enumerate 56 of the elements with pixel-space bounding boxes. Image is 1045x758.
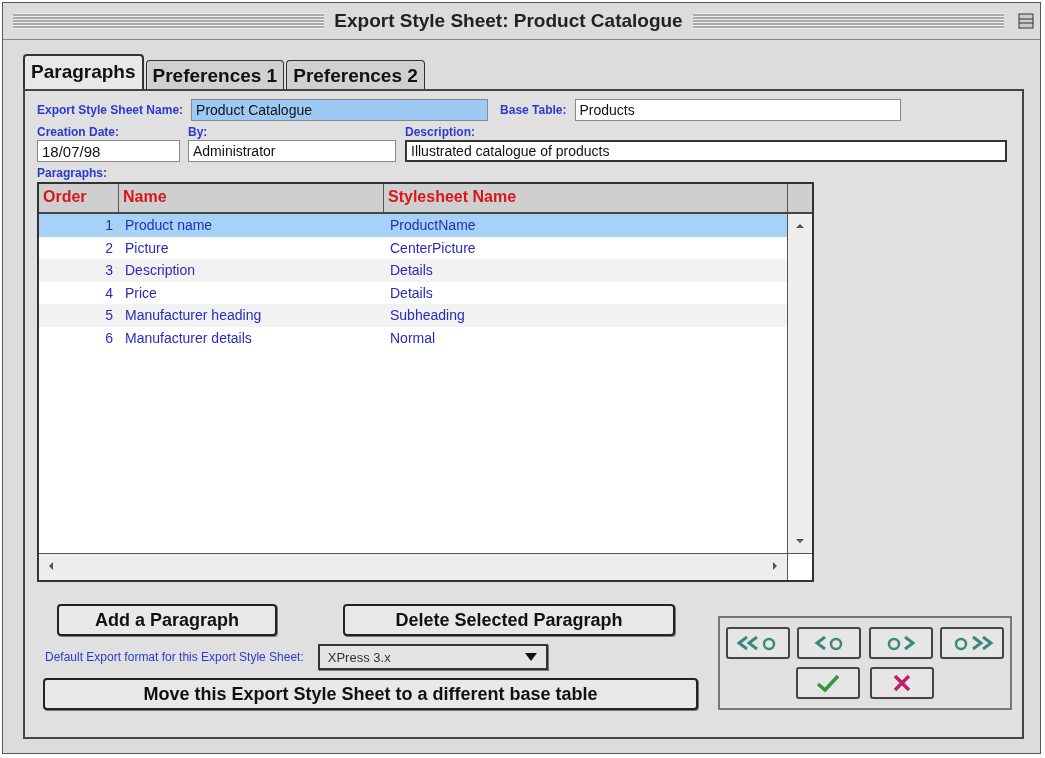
table-row[interactable]: 2 Picture CenterPicture	[39, 236, 787, 259]
collapse-box-icon[interactable]	[1018, 13, 1034, 29]
format-label: Default Export format for this Export Style Sheet:	[45, 650, 304, 664]
table-row[interactable]: 5 Manufacturer heading Subheading	[39, 304, 787, 327]
table-cell-text: 4	[104, 284, 114, 301]
table-cell-text: ProductName	[389, 217, 477, 234]
dropdown-arrow-icon	[523, 652, 538, 662]
first-record-button[interactable]	[726, 627, 790, 659]
table-cell-text: Manufacturer heading	[124, 307, 263, 324]
move-base-table-button[interactable]: Move this Export Style Sheet to a different base table	[43, 678, 698, 710]
table-cell-text: Description	[124, 262, 197, 279]
table-row[interactable]: 3 Description Details	[39, 259, 787, 282]
close-icon	[891, 673, 913, 693]
table-cell-text: CenterPicture	[389, 239, 477, 256]
window-title: Export Style Sheet: Product Catalogue	[334, 10, 683, 32]
table-cell-text: Details	[389, 284, 434, 301]
creation-date-field[interactable]: 18/07/98	[37, 140, 180, 162]
table-cell-text: 2	[104, 239, 114, 256]
table-cell-text: Subheading	[389, 307, 466, 324]
table-cell-text: 1	[104, 217, 114, 234]
delete-paragraph-button[interactable]: Delete Selected Paragraph	[343, 604, 675, 636]
name-field[interactable]: Product Catalogue	[191, 99, 489, 121]
table-cell-text: Price	[124, 284, 158, 301]
checkmark-icon	[815, 673, 841, 693]
table-row[interactable]: 1 Product name ProductName	[39, 214, 787, 237]
tab[interactable]: Paragraphs	[23, 54, 144, 90]
last-record-button[interactable]	[940, 627, 1004, 659]
field-label: By:	[188, 125, 209, 139]
table-cell-text: Manufacturer details	[124, 329, 253, 346]
description-field[interactable]: Illustrated catalogue of products	[405, 140, 1007, 162]
field-label: Base Table:	[500, 103, 567, 117]
table-cell-text: 6	[104, 329, 114, 346]
horizontal-scrollbar[interactable]	[39, 554, 787, 580]
cancel-button[interactable]	[870, 667, 934, 699]
accept-button[interactable]	[796, 667, 860, 699]
table-cell-text: Product name	[124, 217, 214, 234]
table-row[interactable]: 4 Price Details	[39, 281, 787, 304]
tab[interactable]: Preferences 1	[145, 60, 285, 90]
table-row[interactable]: 6 Manufacturer details Normal	[39, 326, 787, 349]
vertical-scrollbar[interactable]	[787, 214, 812, 553]
field-label: Export Style Sheet Name:	[37, 103, 184, 117]
table-cell-text: Normal	[389, 329, 437, 346]
add-paragraph-button[interactable]: Add a Paragraph	[57, 604, 277, 636]
section-label: Paragraphs:	[37, 166, 109, 180]
table-cell-text: 5	[104, 307, 114, 324]
field-label: Creation Date:	[37, 125, 120, 139]
by-field[interactable]: Administrator	[188, 140, 396, 162]
tab[interactable]: Preferences 2	[286, 60, 425, 90]
format-dropdown[interactable]: XPress 3.x	[317, 644, 548, 670]
table-cell-text: Picture	[124, 239, 170, 256]
next-record-button[interactable]	[868, 627, 933, 659]
field-label: Description:	[405, 125, 476, 139]
previous-record-button[interactable]	[797, 627, 862, 659]
base-table-field[interactable]: Products	[574, 99, 901, 121]
table-cell-text: 3	[104, 262, 114, 279]
table-cell-text: Details	[389, 262, 434, 279]
